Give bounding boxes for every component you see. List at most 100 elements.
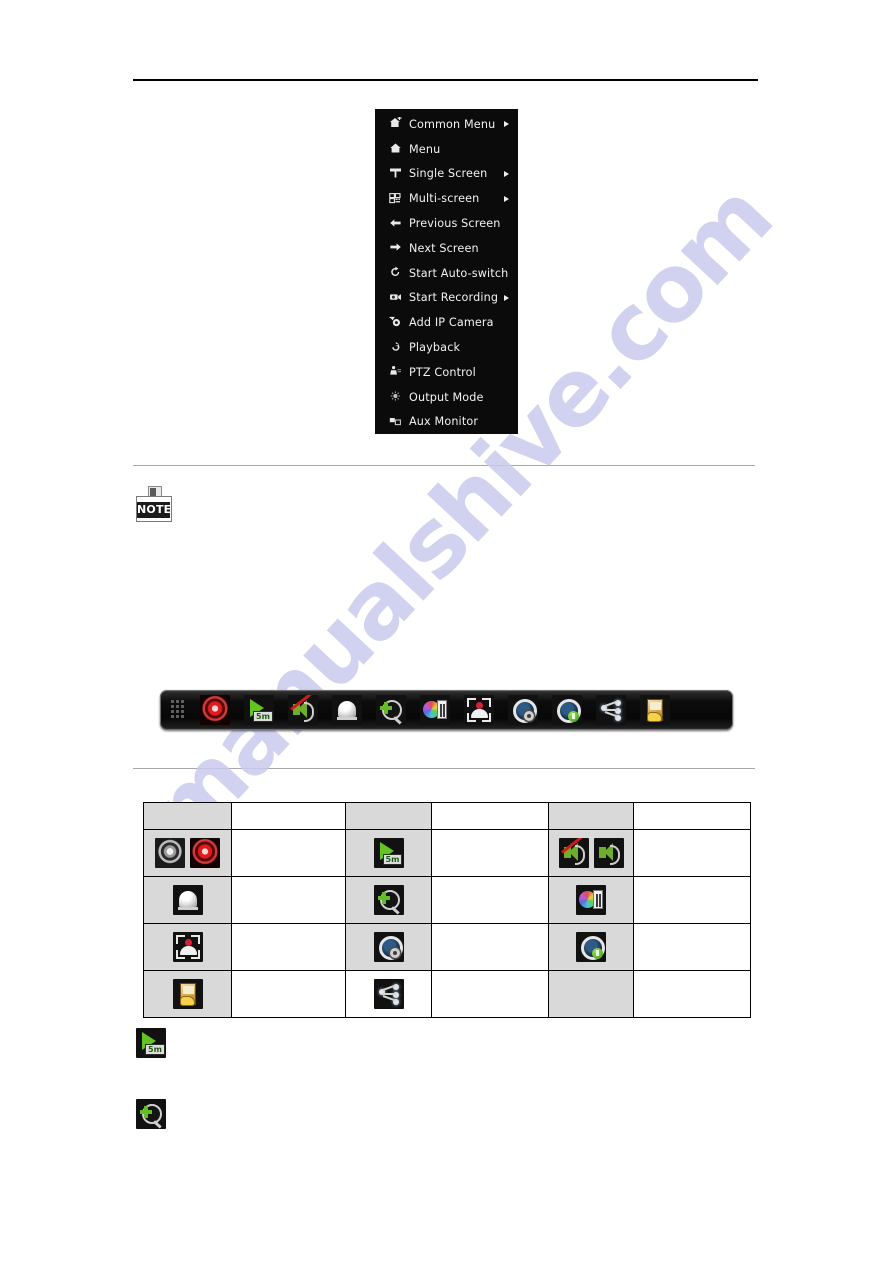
- menu-item-previous-screen[interactable]: Previous Screen: [375, 211, 518, 236]
- instant-playback-button[interactable]: [237, 694, 281, 726]
- live-view-target-icon: [464, 695, 494, 725]
- table-cell-icon: [345, 923, 432, 971]
- menu-item-label: Next Screen: [409, 241, 479, 255]
- image-settings-button[interactable]: [413, 694, 457, 726]
- menu-item-multi-screen[interactable]: Multi-screen: [375, 186, 518, 211]
- section-rule-lower: [133, 768, 755, 770]
- network-share-icon: [373, 979, 404, 1009]
- menu-item-common-menu[interactable]: Common Menu: [375, 112, 518, 137]
- table-cell-icon: [548, 923, 634, 971]
- exit-door-icon: [640, 695, 670, 725]
- table-cell-text: [231, 829, 346, 877]
- table-cell-text: [633, 876, 751, 924]
- drag-grip-icon[interactable]: [171, 700, 187, 720]
- menu-item-label: Common Menu: [409, 117, 496, 131]
- playback-5m-icon: [136, 1028, 166, 1058]
- playback-5m-icon: [373, 838, 404, 868]
- toolbar-icon-reference-table: [143, 802, 751, 1018]
- start-record-button[interactable]: [193, 694, 237, 726]
- table-cell-icon: [345, 876, 432, 924]
- note-badge: NOTE: [136, 486, 174, 524]
- chevron-right-icon: [504, 195, 509, 202]
- arrow-left-icon: [387, 217, 404, 231]
- alarm-dome-icon: [332, 695, 362, 725]
- table-cell-text: [633, 923, 751, 971]
- table-header-cell: [633, 802, 751, 830]
- table-cell-icon: [548, 829, 634, 877]
- menu-item-label: Add IP Camera: [409, 316, 494, 330]
- zoom-in-icon: [376, 695, 406, 725]
- exit-door-icon: [172, 979, 203, 1009]
- live-view-target-icon: [172, 932, 203, 962]
- right-click-context-menu[interactable]: Common Menu Menu Single Screen Multi-scr…: [375, 109, 518, 434]
- menu-item-label: Single Screen: [409, 167, 488, 181]
- refresh-icon: [387, 266, 404, 280]
- home-plus-icon: [387, 117, 404, 131]
- note-badge-label: NOTE: [137, 502, 172, 518]
- audio-mute-button[interactable]: [281, 694, 325, 726]
- aux-monitor-icon: [387, 415, 404, 429]
- menu-item-next-screen[interactable]: Next Screen: [375, 236, 518, 261]
- table-header-row: [143, 802, 751, 830]
- menu-item-aux-monitor[interactable]: Aux Monitor: [375, 410, 518, 435]
- face-settings-icon: [508, 695, 538, 725]
- table-header-cell: [431, 802, 549, 830]
- footnote-instant-playback: [136, 1028, 166, 1063]
- table-cell-text: [548, 970, 634, 1018]
- menu-item-start-auto-switch[interactable]: Start Auto-switch: [375, 261, 518, 286]
- table-cell-icon: [143, 970, 232, 1018]
- chevron-right-icon: [504, 294, 509, 301]
- color-settings-icon: [576, 885, 606, 915]
- output-mode-icon: [387, 390, 404, 404]
- menu-item-playback[interactable]: Playback: [375, 335, 518, 360]
- table-header-cell: [548, 802, 634, 830]
- face-detection-button[interactable]: [501, 694, 545, 726]
- face-capture-button[interactable]: [545, 694, 589, 726]
- menu-item-label: Multi-screen: [409, 192, 480, 206]
- close-toolbar-button[interactable]: [633, 694, 677, 726]
- menu-item-menu[interactable]: Menu: [375, 137, 518, 162]
- arrow-right-icon: [387, 241, 404, 255]
- record-off-icon: [155, 838, 185, 868]
- information-button[interactable]: [589, 694, 633, 726]
- face-capture-icon: [552, 695, 582, 725]
- section-rule-middle: [133, 465, 755, 467]
- color-settings-icon: [420, 695, 450, 725]
- menu-item-add-ip-camera[interactable]: Add IP Camera: [375, 310, 518, 335]
- menu-item-single-screen[interactable]: Single Screen: [375, 162, 518, 187]
- table-cell-text: [633, 970, 751, 1018]
- table-cell-text: [633, 829, 751, 877]
- face-settings-icon: [373, 932, 404, 962]
- live-view-strategy-button[interactable]: [457, 694, 501, 726]
- menu-item-label: Playback: [409, 341, 461, 355]
- table-cell-text: [431, 923, 549, 971]
- table-cell-text: [431, 876, 549, 924]
- table-header-cell: [345, 802, 432, 830]
- table-cell-icon: [345, 829, 432, 877]
- digital-zoom-button[interactable]: [369, 694, 413, 726]
- ip-camera-add-icon: [387, 316, 404, 330]
- table-cell-text: [231, 876, 346, 924]
- menu-item-label: Start Recording: [409, 291, 499, 305]
- alarm-dome-icon: [172, 885, 203, 915]
- chevron-right-icon: [504, 121, 509, 128]
- multi-screen-icon: [387, 192, 404, 206]
- network-share-icon: [596, 695, 626, 725]
- table-cell-text: [231, 970, 346, 1018]
- record-on-icon: [190, 838, 220, 868]
- quick-setting-toolbar[interactable]: [160, 690, 733, 730]
- zoom-in-icon: [136, 1099, 166, 1129]
- alarm-output-button[interactable]: [325, 694, 369, 726]
- menu-item-ptz-control[interactable]: PTZ Control: [375, 360, 518, 385]
- table-header-cell: [143, 802, 232, 830]
- menu-item-output-mode[interactable]: Output Mode: [375, 385, 518, 410]
- table-row: [143, 923, 751, 971]
- table-row: [143, 970, 751, 1018]
- menu-item-label: Start Auto-switch: [409, 266, 509, 280]
- table-cell-icon: [548, 876, 634, 924]
- table-cell-icon: [143, 923, 232, 971]
- table-cell-icon: [345, 970, 432, 1018]
- menu-item-label: Aux Monitor: [409, 415, 479, 429]
- menu-item-start-recording[interactable]: Start Recording: [375, 286, 518, 311]
- audio-on-icon: [593, 838, 624, 868]
